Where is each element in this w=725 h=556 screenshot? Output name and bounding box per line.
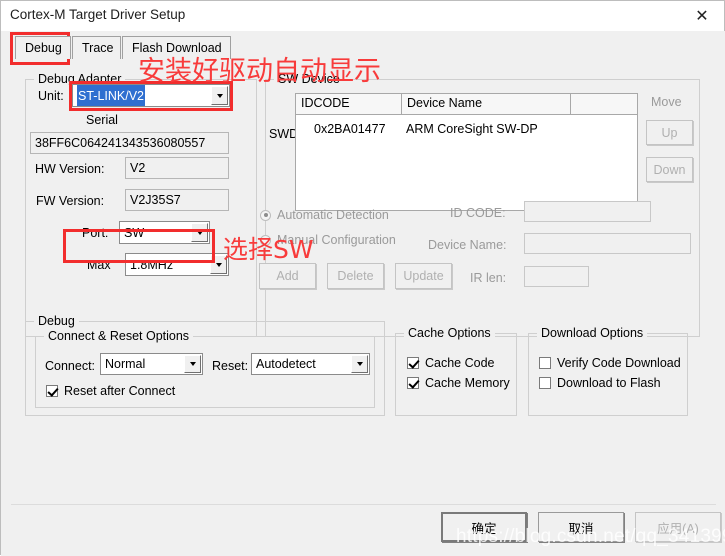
port-combo[interactable]: SW — [119, 221, 210, 244]
cell-idcode: 0x2BA01477 — [314, 122, 386, 136]
connect-combo[interactable]: Normal — [100, 353, 203, 375]
unit-value: ST-LINK/V2 — [77, 85, 145, 106]
connect-label: Connect: — [45, 359, 96, 373]
cache-code-checkbox[interactable]: Cache Code — [407, 356, 495, 370]
footer-divider — [11, 504, 716, 505]
dialog-client-area: Debug Trace Flash Download Debug Adapter… — [1, 31, 725, 556]
reset-after-connect-label: Reset after Connect — [64, 384, 176, 398]
chevron-down-icon[interactable] — [211, 86, 228, 105]
sw-device-legend: SW Device — [274, 72, 344, 86]
checkbox-indicator-icon — [407, 377, 419, 389]
max-label: Max — [87, 258, 111, 272]
device-name-field[interactable] — [524, 233, 691, 254]
serial-label: Serial — [86, 113, 118, 127]
automatic-detection-label: Automatic Detection — [277, 208, 389, 222]
add-button[interactable]: Add — [259, 263, 316, 289]
port-value: SW — [124, 225, 145, 240]
id-code-label: ID CODE: — [450, 206, 506, 220]
close-icon[interactable]: ✕ — [680, 1, 724, 30]
checkbox-indicator-icon — [46, 385, 58, 397]
cache-options-legend: Cache Options — [404, 326, 495, 340]
connect-value: Normal — [105, 357, 146, 371]
download-options-group: Download Options — [528, 326, 688, 416]
tab-trace[interactable]: Trace — [72, 36, 121, 59]
chevron-down-icon[interactable] — [184, 355, 201, 373]
move-up-button[interactable]: Up — [646, 120, 693, 145]
unit-label: Unit: — [38, 89, 64, 103]
delete-button[interactable]: Delete — [327, 263, 384, 289]
move-label: Move — [651, 95, 682, 109]
chevron-down-icon[interactable] — [351, 355, 368, 373]
fw-version-label: FW Version: — [36, 194, 105, 208]
chevron-down-icon[interactable] — [210, 255, 227, 274]
cache-code-label: Cache Code — [425, 356, 495, 370]
verify-code-download-checkbox[interactable]: Verify Code Download — [539, 356, 681, 370]
download-to-flash-checkbox[interactable]: Download to Flash — [539, 376, 661, 390]
reset-after-connect-checkbox[interactable]: Reset after Connect — [46, 384, 175, 398]
serial-field[interactable]: 38FF6C064241343536080557 — [30, 132, 229, 154]
column-header-device-name: Device Name — [402, 94, 571, 114]
cell-device-name: ARM CoreSight SW-DP — [406, 122, 538, 136]
hw-version-field[interactable]: V2 — [125, 157, 229, 179]
checkbox-indicator-icon — [539, 377, 551, 389]
tab-flash-download[interactable]: Flash Download — [122, 36, 231, 59]
ok-button[interactable]: 确定 — [441, 512, 527, 542]
window-title: Cortex-M Target Driver Setup — [10, 7, 186, 22]
title-bar: Cortex-M Target Driver Setup ✕ — [1, 1, 724, 31]
hw-version-label: HW Version: — [35, 162, 105, 176]
apply-button[interactable]: 应用(A) — [635, 512, 721, 542]
cache-memory-checkbox[interactable]: Cache Memory — [407, 376, 510, 390]
column-header-extra — [571, 94, 639, 114]
manual-configuration-label: Manual Configuration — [277, 233, 396, 247]
verify-code-download-label: Verify Code Download — [557, 356, 681, 370]
download-options-legend: Download Options — [537, 326, 648, 340]
update-button[interactable]: Update — [395, 263, 452, 289]
checkbox-indicator-icon — [407, 357, 419, 369]
sw-device-table[interactable]: IDCODE Device Name 0x2BA01477 ARM CoreSi… — [295, 93, 638, 211]
cancel-button[interactable]: 取消 — [538, 512, 624, 542]
column-header-idcode: IDCODE — [296, 94, 402, 114]
download-to-flash-label: Download to Flash — [557, 376, 661, 390]
reset-label: Reset: — [212, 359, 249, 373]
table-header-row: IDCODE Device Name — [296, 94, 637, 115]
cortex-m-target-driver-setup-dialog: Cortex-M Target Driver Setup ✕ Debug Tra… — [0, 0, 725, 556]
unit-combo[interactable]: ST-LINK/V2 — [72, 84, 230, 107]
chevron-down-icon[interactable] — [191, 223, 208, 242]
connect-reset-options-legend: Connect & Reset Options — [44, 329, 194, 343]
ir-len-label: IR len: — [470, 271, 507, 285]
radio-indicator-icon — [260, 209, 271, 221]
device-name-label: Device Name: — [428, 238, 507, 252]
id-code-field[interactable] — [524, 201, 651, 222]
radio-indicator-icon — [260, 234, 271, 246]
cache-memory-label: Cache Memory — [425, 376, 510, 390]
reset-value: Autodetect — [256, 357, 316, 371]
manual-configuration-radio[interactable]: Manual Configuration — [260, 233, 396, 247]
move-down-button[interactable]: Down — [646, 157, 693, 182]
port-label: Port: — [82, 226, 109, 240]
reset-combo[interactable]: Autodetect — [251, 353, 370, 375]
cache-options-group: Cache Options — [395, 326, 517, 416]
max-clock-value: 1.8MHz — [130, 257, 174, 272]
automatic-detection-radio[interactable]: Automatic Detection — [260, 208, 389, 222]
fw-version-field[interactable]: V2J35S7 — [125, 189, 229, 211]
tab-debug[interactable]: Debug — [15, 36, 71, 59]
ir-len-field[interactable] — [524, 266, 589, 287]
checkbox-indicator-icon — [539, 357, 551, 369]
debug-group-legend: Debug — [34, 314, 79, 328]
max-clock-combo[interactable]: 1.8MHz — [125, 253, 229, 276]
